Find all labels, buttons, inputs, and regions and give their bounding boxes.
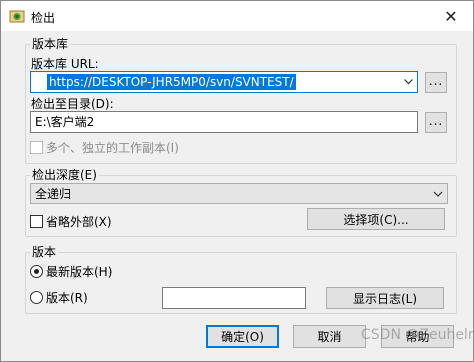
- checkout-dir-value: E:\客户端2: [35, 115, 95, 129]
- depth-selected-value: 全递归: [35, 187, 72, 201]
- multi-working-copy-label: 多个、独立的工作副本(I): [46, 141, 179, 155]
- depth-dropdown[interactable]: 全递归: [30, 183, 448, 204]
- url-value: https://DESKTOP-JHR5MP0/svn/SVNTEST/: [47, 74, 296, 90]
- title-bar: 检出 ✕: [1, 1, 473, 31]
- specific-revision-radio[interactable]: [30, 291, 43, 304]
- specific-revision-label: 版本(R): [46, 291, 88, 305]
- multi-working-copy-checkbox[interactable]: [30, 141, 43, 154]
- close-icon: ✕: [444, 6, 458, 26]
- window-title: 检出: [31, 11, 56, 25]
- url-label: 版本库 URL:: [31, 57, 99, 71]
- url-dropdown-arrow[interactable]: [399, 72, 417, 92]
- chevron-down-icon: [433, 191, 443, 197]
- show-log-button[interactable]: 显示日志(L): [326, 287, 444, 309]
- browse-url-button[interactable]: ...: [425, 72, 447, 93]
- url-combobox[interactable]: https://DESKTOP-JHR5MP0/svn/SVNTEST/: [30, 71, 418, 93]
- checkout-dir-label: 检出至目录(D):: [31, 97, 114, 111]
- revision-input[interactable]: [162, 287, 306, 309]
- ok-button-label: 确定(O): [221, 330, 264, 344]
- repository-group-title: 版本库: [30, 37, 71, 51]
- cancel-button-label: 取消: [317, 330, 342, 344]
- omit-externals-label: 省略外部(X): [46, 215, 112, 229]
- checkout-dir-input[interactable]: E:\客户端2: [30, 111, 418, 133]
- head-revision-radio[interactable]: [30, 265, 43, 278]
- omit-externals-checkbox[interactable]: [30, 215, 43, 228]
- depth-group-title: 检出深度(E): [30, 168, 99, 182]
- browse-dir-button[interactable]: ...: [425, 112, 447, 133]
- options-button-label: 选择项(C)...: [343, 212, 409, 227]
- browse-dir-label: ...: [428, 113, 444, 128]
- show-log-button-label: 显示日志(L): [352, 291, 418, 306]
- chevron-down-icon: [403, 79, 413, 85]
- revision-group-title: 版本: [30, 245, 59, 259]
- browse-url-label: ...: [428, 73, 444, 88]
- close-button[interactable]: ✕: [429, 1, 473, 31]
- radio-selected-dot: [34, 269, 39, 274]
- cancel-button[interactable]: 取消: [293, 325, 366, 348]
- head-revision-label: 最新版本(H): [46, 265, 113, 279]
- watermark-text: CSDN @Zeuhelrig: [361, 327, 474, 343]
- options-button[interactable]: 选择项(C)...: [307, 208, 445, 230]
- tortoisesvn-icon: [9, 10, 25, 23]
- checkout-dialog: 检出 ✕ 版本库 版本库 URL: https://DESKTOP-JHR5MP…: [0, 0, 474, 362]
- ok-button[interactable]: 确定(O): [206, 325, 279, 348]
